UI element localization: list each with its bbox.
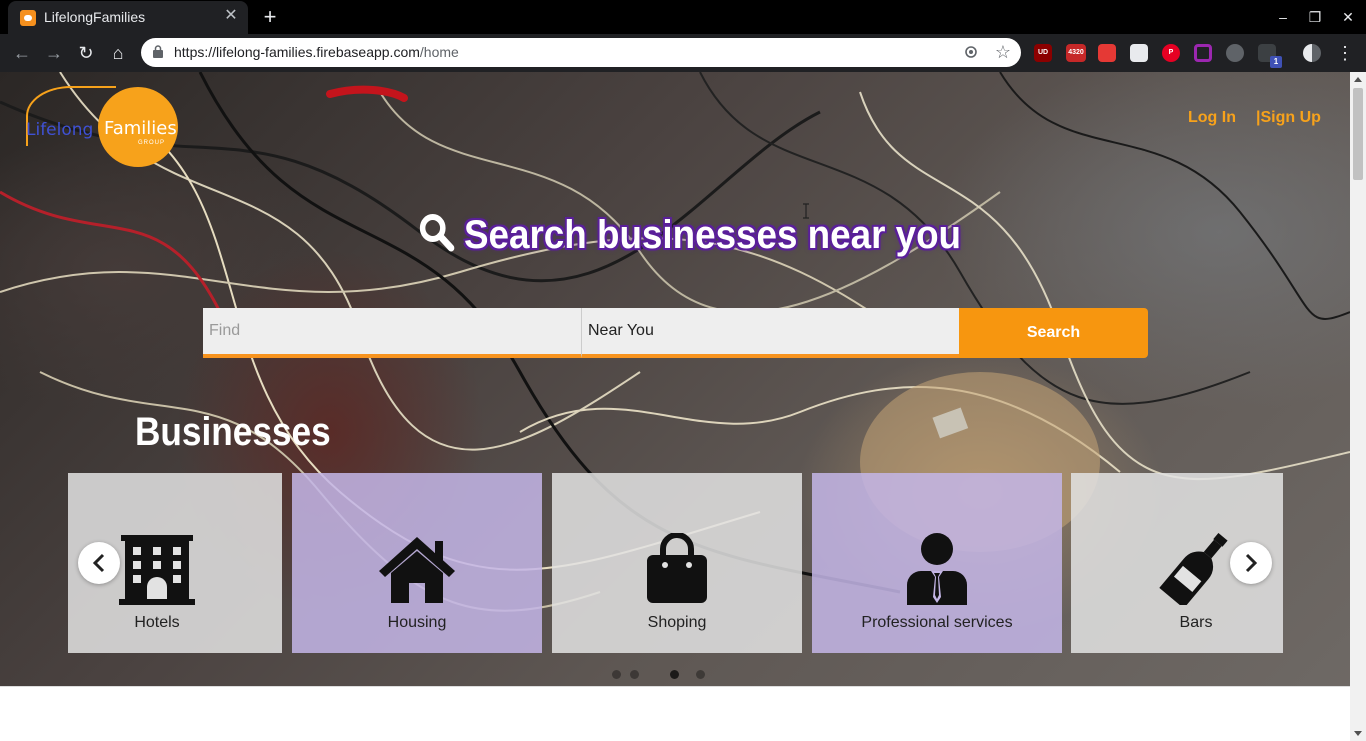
frame-icon[interactable]	[1194, 44, 1212, 62]
logo-text-group: GROUP	[138, 140, 166, 146]
category-label: Professional services	[861, 614, 1013, 631]
login-link[interactable]: Log In	[1188, 109, 1236, 127]
carousel-dot-active[interactable]	[670, 670, 679, 679]
pinterest-icon[interactable]: P	[1162, 44, 1180, 62]
hero-title-text: Search businesses near you	[464, 213, 962, 257]
category-card-housing[interactable]: Housing	[292, 473, 542, 653]
video-icon[interactable]	[1098, 44, 1116, 62]
shopping-bag-icon	[647, 533, 707, 603]
search-icon	[419, 214, 455, 252]
browser-tab-strip: LifelongFamilies ✕ + – ❐ ✕	[0, 0, 1366, 34]
carousel-dot[interactable]	[696, 670, 705, 679]
content-section	[0, 686, 1350, 741]
lock-icon	[153, 45, 163, 58]
category-card-shopping[interactable]: Shoping	[552, 473, 802, 653]
counter-icon[interactable]: 4320	[1066, 44, 1086, 62]
hotel-icon	[119, 535, 195, 605]
tab-title: LifelongFamilies	[44, 9, 146, 25]
url-path: /home	[419, 44, 459, 60]
restore-window-icon[interactable]: ❐	[1303, 6, 1327, 28]
page-viewport: Lifelong Families GROUP Log In |Sign Up …	[0, 72, 1350, 741]
category-label: Bars	[1179, 614, 1213, 631]
scroll-down-icon[interactable]	[1354, 731, 1362, 736]
house-icon	[379, 537, 455, 603]
carousel-dot[interactable]	[612, 670, 621, 679]
location-icon[interactable]	[963, 44, 979, 60]
address-bar[interactable]: https://lifelong-families.firebaseapp.co…	[141, 38, 1021, 67]
browser-menu-icon[interactable]: ⋮	[1333, 41, 1357, 65]
badge-count: 1	[1270, 56, 1282, 68]
close-window-icon[interactable]: ✕	[1336, 6, 1360, 28]
carousel-prev-button[interactable]	[78, 542, 120, 584]
category-label: Shoping	[647, 614, 707, 631]
location-input[interactable]	[581, 308, 959, 358]
browser-toolbar: ← → ↻ ⌂ https://lifelong-families.fireba…	[0, 34, 1366, 72]
home-icon[interactable]: ⌂	[106, 41, 130, 65]
logo-text-lifelong: Lifelong	[26, 120, 94, 140]
scroll-up-icon[interactable]	[1354, 77, 1362, 82]
new-tab-button[interactable]: +	[258, 5, 282, 29]
search-button[interactable]: Search	[959, 308, 1148, 358]
url-text: https://lifelong-families.firebaseapp.co…	[174, 44, 459, 60]
forward-icon[interactable]: →	[42, 41, 66, 65]
category-card-professional-services[interactable]: Professional services	[812, 473, 1062, 653]
tab-close-icon[interactable]: ✕	[222, 7, 240, 25]
carousel-dot[interactable]	[630, 670, 639, 679]
signup-link[interactable]: |Sign Up	[1256, 109, 1321, 127]
search-bar: Search	[203, 308, 1148, 358]
chevron-right-icon	[1245, 553, 1258, 573]
category-label: Housing	[387, 614, 447, 631]
browser-tab[interactable]: LifelongFamilies ✕	[8, 1, 248, 34]
site-favicon-icon	[20, 10, 36, 26]
minimize-window-icon[interactable]: –	[1271, 6, 1295, 28]
url-host: https://lifelong-families.firebaseapp.co…	[174, 44, 420, 60]
hero-heading: Search businesses near you	[418, 212, 961, 262]
cloud-icon[interactable]	[1226, 44, 1244, 62]
category-label: Hotels	[134, 614, 180, 631]
businesses-carousel: Hotels Housing Shoping Professional serv…	[68, 473, 1283, 653]
businesses-heading: Businesses	[135, 410, 331, 454]
reload-icon[interactable]: ↻	[74, 41, 98, 65]
profile-avatar[interactable]	[1303, 44, 1321, 62]
find-input[interactable]	[203, 308, 581, 358]
chevron-left-icon	[92, 553, 105, 573]
box-icon[interactable]: 1	[1258, 44, 1282, 68]
bottle-icon	[1159, 533, 1228, 605]
scrollbar-thumb[interactable]	[1353, 88, 1363, 180]
bookmark-star-icon[interactable]: ☆	[995, 41, 1011, 63]
professional-icon	[907, 533, 967, 605]
back-icon[interactable]: ←	[10, 41, 34, 65]
carousel-next-button[interactable]	[1230, 542, 1272, 584]
ublock-icon[interactable]: UD	[1034, 44, 1052, 62]
page-scrollbar[interactable]	[1350, 72, 1366, 741]
screenshot-icon[interactable]	[1130, 44, 1148, 62]
text-cursor-icon	[803, 203, 809, 219]
logo-text-families: Families	[104, 118, 177, 139]
site-logo[interactable]: Lifelong Families GROUP	[24, 86, 180, 170]
